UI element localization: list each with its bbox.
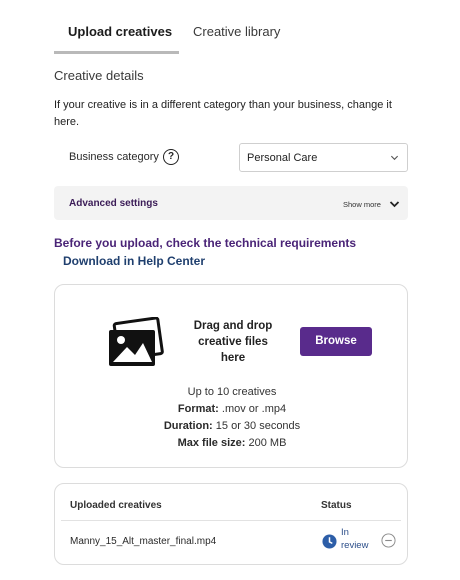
chevron-down-icon	[390, 155, 399, 161]
tab-creative-library[interactable]: Creative library	[193, 24, 280, 39]
status-column-header: Status	[321, 500, 352, 511]
duration-requirement: Duration: 15 or 30 seconds	[163, 420, 301, 432]
show-more-toggle[interactable]: Show more	[343, 200, 381, 209]
uploaded-creatives-table: Uploaded creatives Status Manny_15_Alt_m…	[54, 483, 408, 565]
uploaded-creatives-header: Uploaded creatives	[70, 500, 162, 511]
clock-icon	[322, 534, 337, 549]
format-requirement: Format: .mov or .mp4	[177, 403, 287, 415]
tab-bar: Upload creatives Creative library	[54, 14, 414, 54]
requirements-heading: Before you upload, check the technical r…	[54, 236, 357, 250]
category-helper-text: If your creative is in a different categ…	[54, 99, 392, 128]
chevron-down-icon[interactable]	[389, 199, 400, 209]
browse-button[interactable]: Browse	[300, 327, 372, 356]
remove-circle-icon[interactable]	[381, 533, 396, 548]
business-category-label: Business category	[69, 151, 159, 163]
upload-dropzone[interactable]: Drag and drop creative files here Browse…	[54, 284, 408, 468]
business-category-select[interactable]: Personal Care	[239, 143, 408, 172]
help-center-download-link[interactable]: Download in Help Center	[63, 254, 205, 268]
section-title-creative-details: Creative details	[54, 68, 144, 83]
file-requirements: Up to 10 creatives Format: .mov or .mp4 …	[55, 384, 409, 452]
photo-stack-icon	[109, 317, 164, 366]
help-circle-icon[interactable]: ?	[163, 149, 179, 165]
advanced-settings-panel[interactable]: Advanced settings Show more	[54, 186, 408, 220]
divider	[61, 520, 401, 521]
advanced-settings-label: Advanced settings	[69, 198, 158, 209]
uploaded-file-name: Manny_15_Alt_master_final.mp4	[70, 536, 217, 547]
tab-upload-creatives[interactable]: Upload creatives	[68, 24, 172, 39]
status-badge: In review	[341, 527, 369, 551]
creative-limit-text: Up to 10 creatives	[187, 386, 277, 398]
active-tab-indicator	[54, 51, 179, 54]
max-size-requirement: Max file size: 200 MB	[177, 437, 287, 449]
business-category-value: Personal Care	[247, 152, 318, 164]
drag-drop-instructions: Drag and drop creative files here	[193, 320, 273, 364]
